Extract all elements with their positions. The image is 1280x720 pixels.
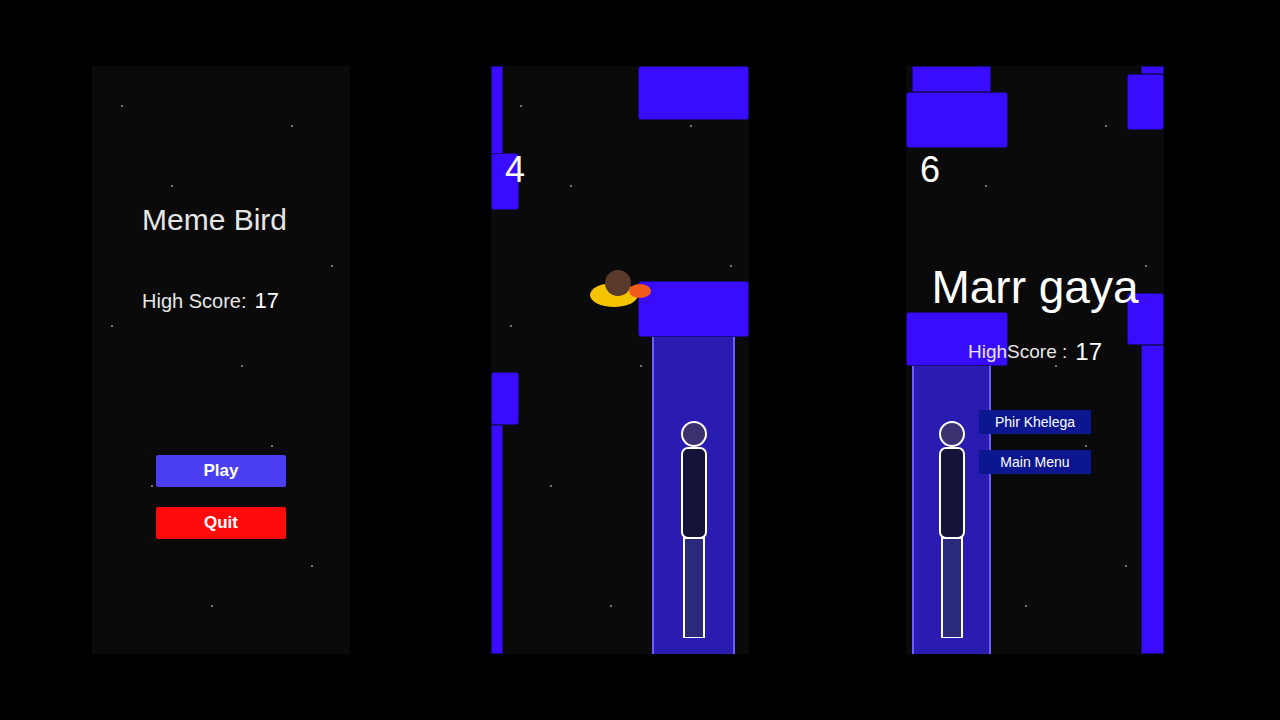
person-photo-icon — [932, 418, 972, 638]
pipe-cap — [638, 66, 749, 120]
high-score: HighScore :17 — [968, 334, 1102, 370]
game-over-button[interactable]: Main Menu — [979, 450, 1091, 474]
page: Meme BirdHigh Score:17PlayQuit46Marr gay… — [0, 0, 1280, 720]
game-over-button[interactable]: Phir Khelega — [979, 410, 1091, 434]
pipe — [1141, 345, 1164, 654]
high-score: High Score:17 — [142, 284, 350, 317]
pipe-cap — [1127, 74, 1164, 130]
menu-screen: Meme Bird High Score:17 Play Quit — [92, 66, 350, 654]
game-over-screen: 6 Marr gaya HighScore :17 Phir Khelega Main … — [906, 66, 1164, 654]
pipe — [1141, 66, 1164, 74]
score: 6 — [920, 150, 940, 190]
pipe-photo — [652, 337, 735, 654]
pipe-cap — [491, 372, 519, 425]
pipe — [491, 425, 503, 654]
score: 4 — [505, 150, 525, 190]
game-screen: 4 — [491, 66, 749, 654]
menu-button[interactable]: Quit — [156, 507, 286, 539]
pipe — [491, 66, 503, 154]
game-title: Meme Bird — [142, 202, 350, 238]
game-over-title: Marr gaya — [931, 260, 1138, 314]
pipe — [912, 66, 991, 92]
bird-icon — [588, 265, 652, 313]
pipe-cap — [906, 92, 1008, 148]
person-photo-icon — [674, 418, 714, 638]
game-over-panel: Marr gaya HighScore :17 Phir Khelega Main M… — [906, 66, 1164, 654]
pipe-cap — [638, 281, 749, 337]
stars-icon — [92, 66, 350, 654]
menu-button[interactable]: Play — [156, 455, 286, 487]
